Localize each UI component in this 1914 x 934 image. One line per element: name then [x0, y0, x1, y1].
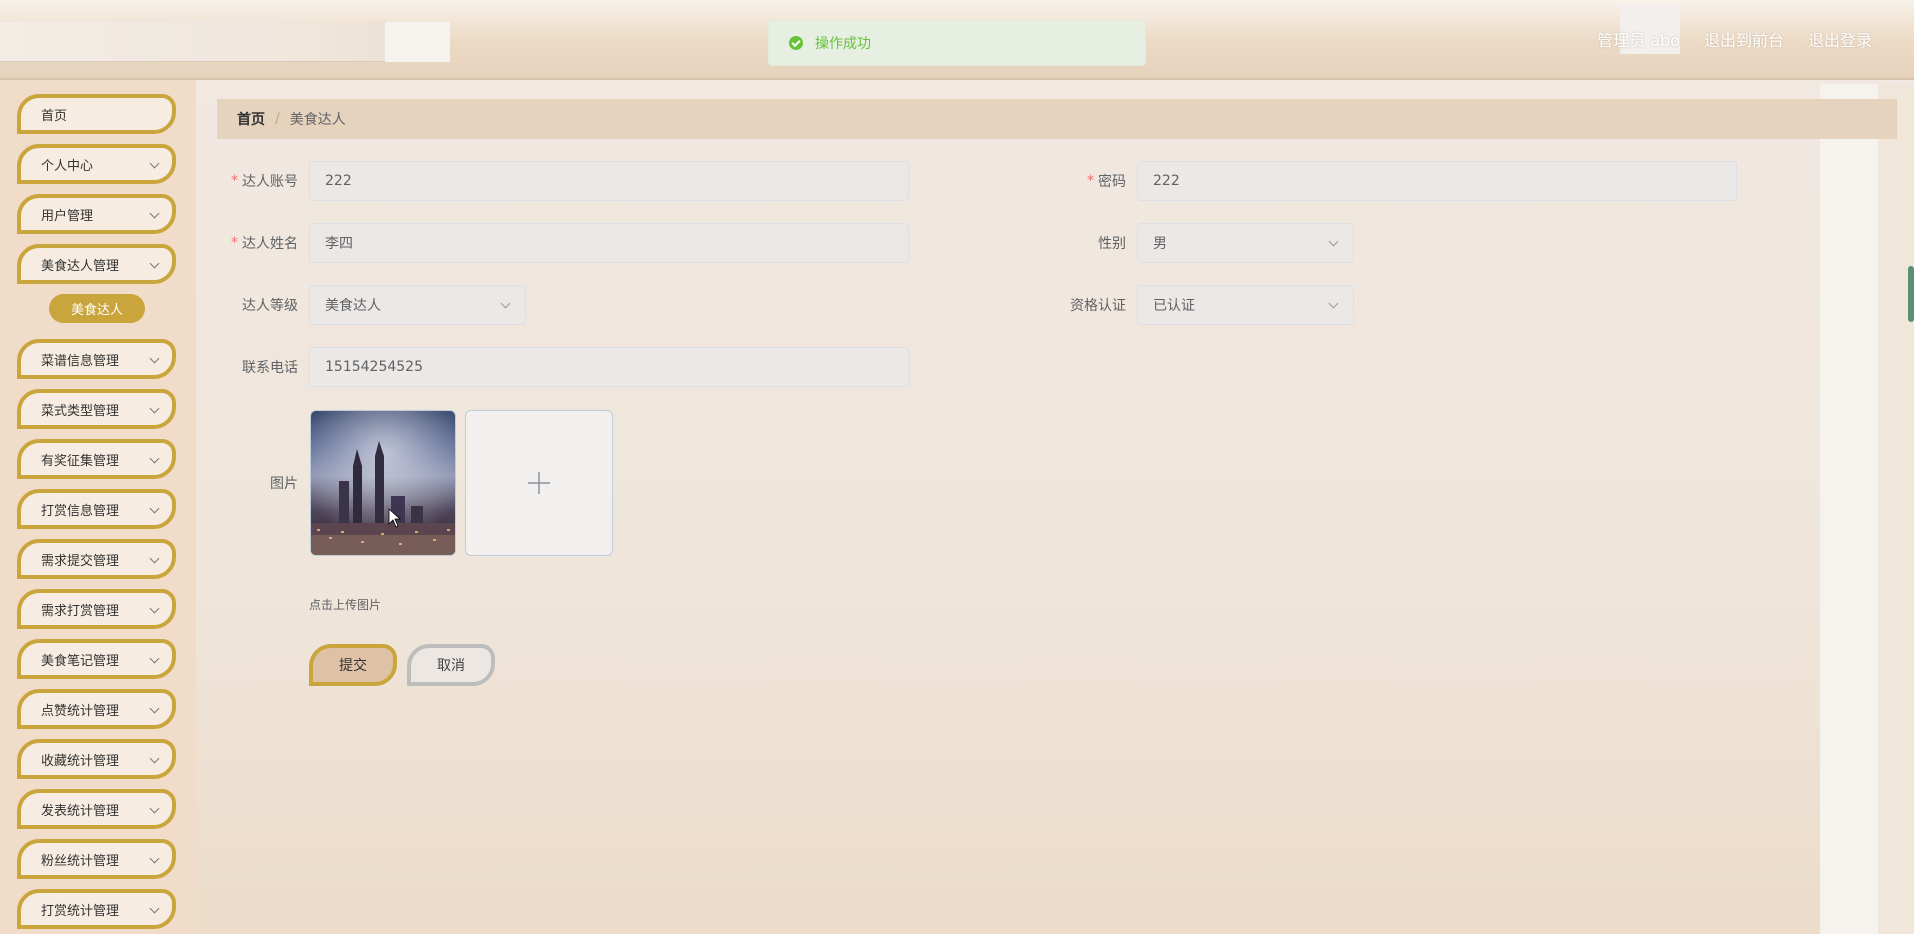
sidebar-subitem-foodie[interactable]: 美食达人: [49, 294, 145, 323]
chevron-down-icon: [149, 753, 160, 764]
upload-tip: 点击上传图片: [309, 598, 382, 612]
gender-label: 性别: [1098, 236, 1126, 252]
account-label: * 达人账号: [231, 173, 298, 190]
sidebar-item-tip-info-management[interactable]: 打赏信息管理: [17, 489, 176, 529]
background-decoration: [1820, 84, 1878, 934]
top-header: 操作成功 管理员 abo 退出到前台 退出登录: [0, 0, 1914, 80]
sidebar-item-demand-tip-management[interactable]: 需求打赏管理: [17, 589, 176, 629]
success-toast: 操作成功: [768, 20, 1146, 66]
sidebar-item-fans-stats-management[interactable]: 粉丝统计管理: [17, 839, 176, 879]
chevron-down-icon: [149, 453, 160, 464]
sidebar-item-label: 菜谱信息管理: [41, 353, 120, 369]
certification-label: 资格认证: [1070, 298, 1126, 314]
sidebar-item-label: 美食笔记管理: [41, 653, 120, 669]
header-user-links: 管理员 abo 退出到前台 退出登录: [1597, 27, 1872, 51]
sidebar-item-user-management[interactable]: 用户管理: [17, 194, 176, 234]
sidebar-item-foodie-management[interactable]: 美食达人管理: [17, 244, 176, 284]
gender-select[interactable]: 男: [1137, 223, 1354, 263]
password-label: * 密码: [1087, 173, 1126, 190]
sidebar-item-personal-center[interactable]: 个人中心: [17, 144, 176, 184]
level-select[interactable]: 美食达人: [309, 285, 526, 325]
chevron-down-icon: [149, 503, 160, 514]
sidebar-item-label: 收藏统计管理: [41, 753, 120, 769]
chevron-down-icon: [149, 553, 160, 564]
exit-to-front-link[interactable]: 退出到前台: [1704, 27, 1784, 51]
sidebar-item-home[interactable]: 首页: [17, 94, 176, 134]
breadcrumb-separator: /: [275, 111, 280, 127]
sidebar-item-label: 打赏统计管理: [41, 903, 120, 919]
cancel-button[interactable]: 取消: [407, 644, 495, 686]
level-value: 美食达人: [325, 298, 381, 314]
chevron-down-icon: [149, 603, 160, 614]
sidebar-item-label: 发表统计管理: [41, 803, 120, 819]
submit-button[interactable]: 提交: [309, 644, 397, 686]
name-label: * 达人姓名: [231, 235, 298, 252]
city-skyline-image: [311, 411, 455, 555]
password-input[interactable]: 222: [1137, 161, 1737, 201]
breadcrumb-current: 美食达人: [289, 112, 346, 128]
chevron-down-icon: [149, 653, 160, 664]
sidebar-item-label: 用户管理: [41, 208, 94, 224]
sidebar-item-favorite-stats-management[interactable]: 收藏统计管理: [17, 739, 176, 779]
image-label: 图片: [270, 476, 298, 492]
sidebar-item-label: 需求打赏管理: [41, 603, 120, 619]
sidebar-item-dish-type-management[interactable]: 菜式类型管理: [17, 389, 176, 429]
name-input[interactable]: 李四: [309, 223, 909, 263]
sidebar-item-label: 需求提交管理: [41, 553, 120, 569]
chevron-down-icon: [149, 208, 160, 219]
chevron-down-icon: [500, 298, 511, 309]
certification-value: 已认证: [1153, 298, 1195, 314]
sidebar-item-prize-collection-management[interactable]: 有奖征集管理: [17, 439, 176, 479]
gender-value: 男: [1153, 236, 1167, 252]
phone-input[interactable]: 15154254525: [309, 347, 909, 387]
background-decoration: [1878, 84, 1914, 934]
sidebar-item-recipe-management[interactable]: 菜谱信息管理: [17, 339, 176, 379]
chevron-down-icon: [149, 903, 160, 914]
sidebar-item-label: 美食达人管理: [41, 258, 120, 274]
account-value: 222: [325, 173, 352, 189]
phone-value: 15154254525: [325, 359, 423, 375]
sidebar-item-post-stats-management[interactable]: 发表统计管理: [17, 789, 176, 829]
chevron-down-icon: [149, 703, 160, 714]
certification-select[interactable]: 已认证: [1137, 285, 1354, 325]
sidebar-item-like-stats-management[interactable]: 点赞统计管理: [17, 689, 176, 729]
header-decoration: [385, 22, 450, 62]
sidebar-item-label: 菜式类型管理: [41, 403, 120, 419]
chevron-down-icon: [149, 853, 160, 864]
breadcrumb-home[interactable]: 首页: [237, 109, 265, 129]
chevron-down-icon: [149, 158, 160, 169]
sidebar-item-label: 粉丝统计管理: [41, 853, 120, 869]
sidebar-item-label: 有奖征集管理: [41, 453, 120, 469]
sidebar-item-label: 打赏信息管理: [41, 503, 120, 519]
success-check-icon: [789, 36, 803, 50]
sidebar-item-demand-submit-management[interactable]: 需求提交管理: [17, 539, 176, 579]
breadcrumb: 首页 / 美食达人: [217, 99, 1897, 139]
chevron-down-icon: [149, 803, 160, 814]
toast-message: 操作成功: [815, 36, 871, 52]
logout-link[interactable]: 退出登录: [1808, 27, 1872, 51]
uploaded-image-thumbnail[interactable]: [310, 410, 456, 556]
name-value: 李四: [325, 236, 353, 252]
sidebar-item-tip-stats-management[interactable]: 打赏统计管理: [17, 889, 176, 929]
chevron-down-icon: [1328, 298, 1339, 309]
plus-icon: [528, 472, 550, 494]
image-upload-button[interactable]: [465, 410, 613, 556]
password-value: 222: [1153, 173, 1180, 189]
chevron-down-icon: [1328, 236, 1339, 247]
sidebar-item-label: 个人中心: [41, 158, 94, 174]
chevron-down-icon: [149, 353, 160, 364]
chevron-down-icon: [149, 258, 160, 269]
account-input[interactable]: 222: [309, 161, 909, 201]
admin-name: 管理员 abo: [1597, 31, 1680, 50]
sidebar-item-food-notes-management[interactable]: 美食笔记管理: [17, 639, 176, 679]
sidebar-item-label: 点赞统计管理: [41, 703, 120, 719]
level-label: 达人等级: [242, 298, 298, 314]
chevron-down-icon: [149, 403, 160, 414]
scrollbar-thumb[interactable]: [1908, 266, 1914, 322]
phone-label: 联系电话: [242, 360, 298, 376]
sidebar-item-label: 首页: [41, 108, 68, 124]
header-decoration: [0, 22, 450, 62]
